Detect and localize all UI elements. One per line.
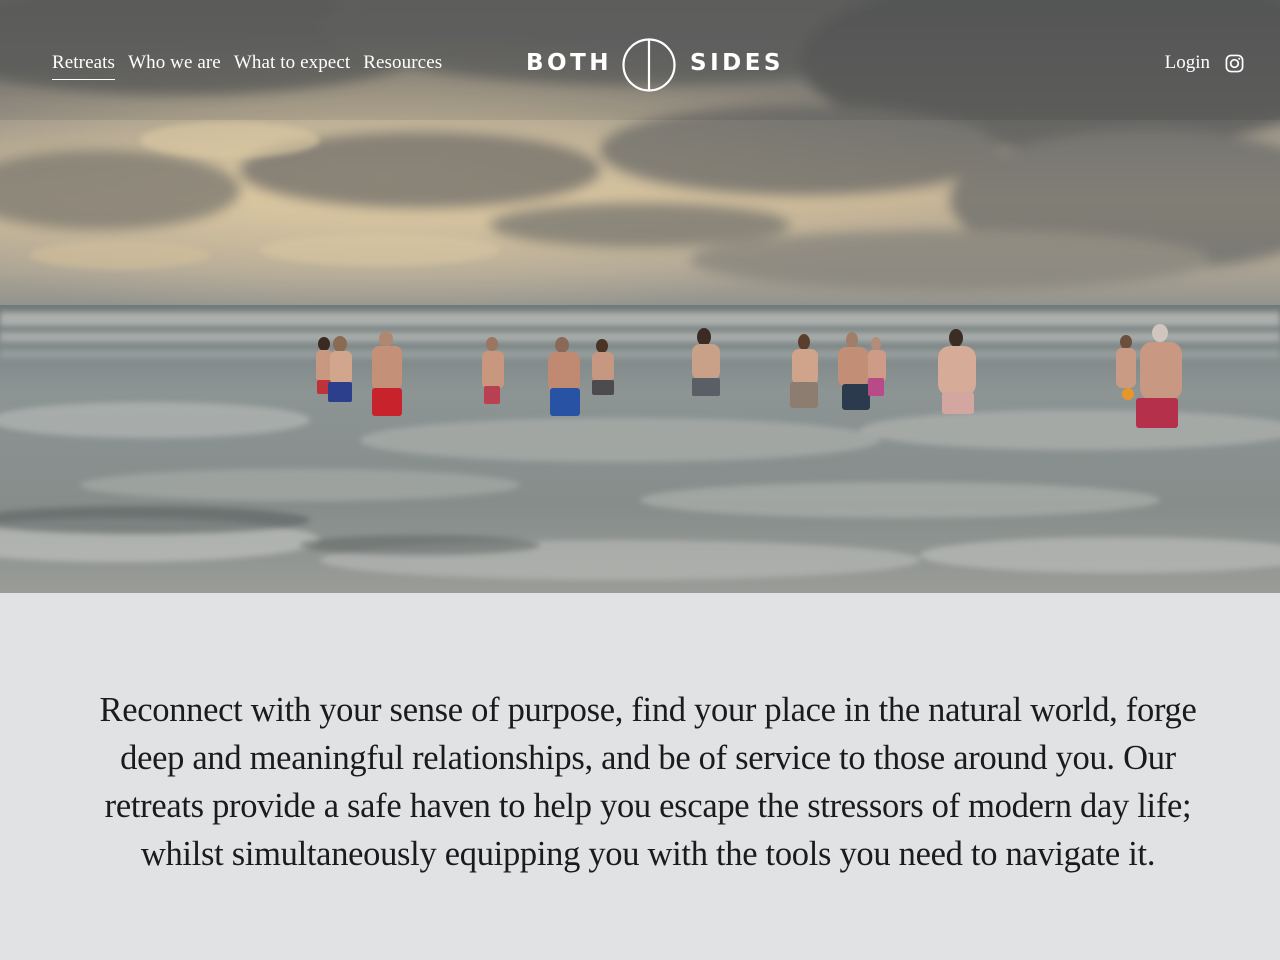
- instagram-icon[interactable]: [1225, 54, 1244, 73]
- nav-who-we-are[interactable]: Who we are: [128, 52, 221, 80]
- nav-resources[interactable]: Resources: [363, 52, 442, 80]
- header-right: Login: [1165, 52, 1244, 74]
- login-link[interactable]: Login: [1165, 52, 1210, 74]
- nav-what-to-expect[interactable]: What to expect: [234, 52, 350, 80]
- intro-paragraph: Reconnect with your sense of purpose, fi…: [99, 691, 1197, 873]
- logo-circle-icon: [622, 38, 676, 92]
- logo-word-left: BOTH: [526, 50, 613, 76]
- site-header: Retreats Who we are What to expect Resou…: [0, 0, 1280, 130]
- intro-section: Reconnect with your sense of purpose, fi…: [95, 686, 1201, 878]
- site-logo[interactable]: BOTH SIDES: [524, 37, 781, 93]
- logo-word-right: SIDES: [690, 50, 784, 76]
- nav-retreats[interactable]: Retreats: [52, 52, 116, 80]
- main-nav: Retreats Who we are What to expect Resou…: [52, 52, 442, 80]
